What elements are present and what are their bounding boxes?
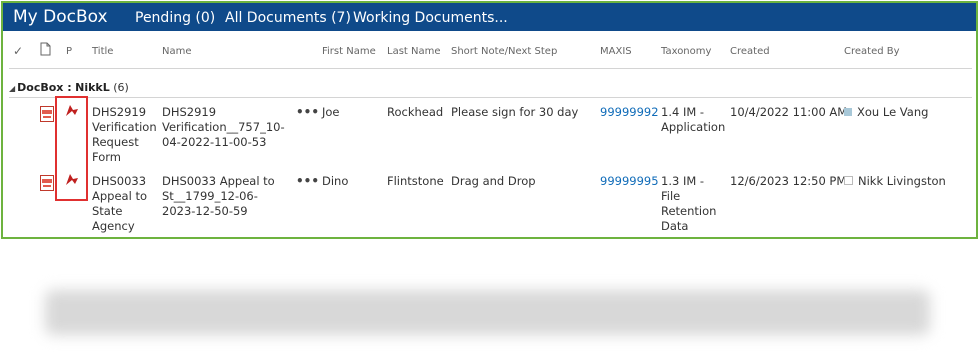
docbox-panel: My DocBox Pending (0) All Documents (7) … <box>1 1 978 239</box>
row-created: 12/6/2023 12:50 PM <box>730 174 847 188</box>
flag-column-highlight <box>55 96 88 201</box>
group-divider <box>9 97 972 98</box>
taxonomy-line: Data <box>661 219 689 233</box>
row-menu-ellipsis-icon[interactable]: ••• <box>296 174 319 189</box>
row-last-name: Flintstone <box>387 174 444 188</box>
group-header-docbox[interactable]: ◢ DocBox : NikkL (6) <box>9 81 129 94</box>
row-taxonomy: 1.3 IM - File Retention Data <box>661 174 727 234</box>
row-created-by[interactable]: Xou Le Vang <box>844 105 928 120</box>
row-last-name: Rockhead <box>387 105 444 119</box>
column-header-last-name[interactable]: Last Name <box>387 46 441 57</box>
row-maxis-link[interactable]: 99999995 <box>600 174 659 189</box>
row-first-name: Dino <box>322 174 349 188</box>
collapse-triangle-icon[interactable]: ◢ <box>9 84 15 93</box>
title-line: Verification <box>92 120 157 134</box>
column-header-title[interactable]: Title <box>92 46 113 57</box>
name-line: St__1799_12-06- <box>162 189 258 203</box>
title-line: DHS0033 <box>92 174 147 188</box>
column-header-p[interactable]: P <box>66 46 72 57</box>
column-header-short-note[interactable]: Short Note/Next Step <box>451 46 557 57</box>
row-short-note: Please sign for 30 day <box>451 105 579 119</box>
column-header-taxonomy[interactable]: Taxonomy <box>661 46 711 57</box>
taxonomy-line: 1.4 IM - <box>661 105 705 119</box>
title-line: DHS2919 <box>92 105 147 119</box>
taxonomy-line: Retention <box>661 204 717 218</box>
column-header-maxis[interactable]: MAXIS <box>600 46 632 57</box>
row-created-by[interactable]: Nikk Livingston <box>844 174 946 189</box>
row-short-note: Drag and Drop <box>451 174 536 188</box>
nav-all-documents[interactable]: All Documents (7) <box>225 10 351 26</box>
column-header-created[interactable]: Created <box>730 46 770 57</box>
row-title[interactable]: DHS2919 Verification Request Form <box>92 105 157 165</box>
taxonomy-line: 1.3 IM - <box>661 174 705 188</box>
group-count: (6) <box>113 81 129 94</box>
title-line: Form <box>92 150 121 164</box>
blurred-redacted-area <box>45 290 930 335</box>
pdf-file-icon[interactable] <box>40 106 54 122</box>
select-all-checkmark-icon[interactable]: ✓ <box>13 44 23 58</box>
row-name[interactable]: DHS0033 Appeal to St__1799_12-06- 2023-1… <box>162 174 292 219</box>
name-line: 2023-12-50-59 <box>162 204 248 218</box>
nav-working-documents[interactable]: Working Documents... <box>353 10 508 26</box>
taxonomy-line: File <box>661 189 681 203</box>
row-maxis-link[interactable]: 99999992 <box>600 105 659 120</box>
title-line: State <box>92 204 123 218</box>
row-name[interactable]: DHS2919 Verification__757_10- 04-2022-11… <box>162 105 292 150</box>
row-taxonomy: 1.4 IM - Application <box>661 105 727 135</box>
column-header-created-by[interactable]: Created By <box>844 46 900 57</box>
group-prefix: DocBox : <box>17 81 72 94</box>
title-line: Agency <box>92 219 135 233</box>
docbox-header-bar: My DocBox Pending (0) All Documents (7) … <box>3 3 976 31</box>
name-line: Verification__757_10- <box>162 120 285 134</box>
title-line: Appeal to <box>92 189 147 203</box>
column-header-first-name[interactable]: First Name <box>322 46 376 57</box>
document-type-header-icon[interactable] <box>40 42 51 59</box>
presence-status-icon <box>844 108 852 116</box>
row-menu-ellipsis-icon[interactable]: ••• <box>296 105 319 120</box>
row-first-name: Joe <box>322 105 340 119</box>
presence-status-icon <box>844 176 853 185</box>
header-divider <box>9 68 972 69</box>
created-by-name: Nikk Livingston <box>858 174 946 188</box>
row-created: 10/4/2022 11:00 AM <box>730 105 848 119</box>
taxonomy-line: Application <box>661 120 726 134</box>
docbox-title: My DocBox <box>13 7 108 27</box>
name-line: 04-2022-11-00-53 <box>162 135 267 149</box>
row-title[interactable]: DHS0033 Appeal to State Agency <box>92 174 156 234</box>
created-by-name: Xou Le Vang <box>857 105 929 119</box>
name-line: DHS2919 <box>162 105 217 119</box>
nav-pending[interactable]: Pending (0) <box>135 10 215 26</box>
pdf-file-icon[interactable] <box>40 175 54 191</box>
group-name: NikkL <box>75 81 110 94</box>
title-line: Request <box>92 135 139 149</box>
name-line: DHS0033 Appeal to <box>162 174 275 188</box>
column-header-name[interactable]: Name <box>162 46 192 57</box>
